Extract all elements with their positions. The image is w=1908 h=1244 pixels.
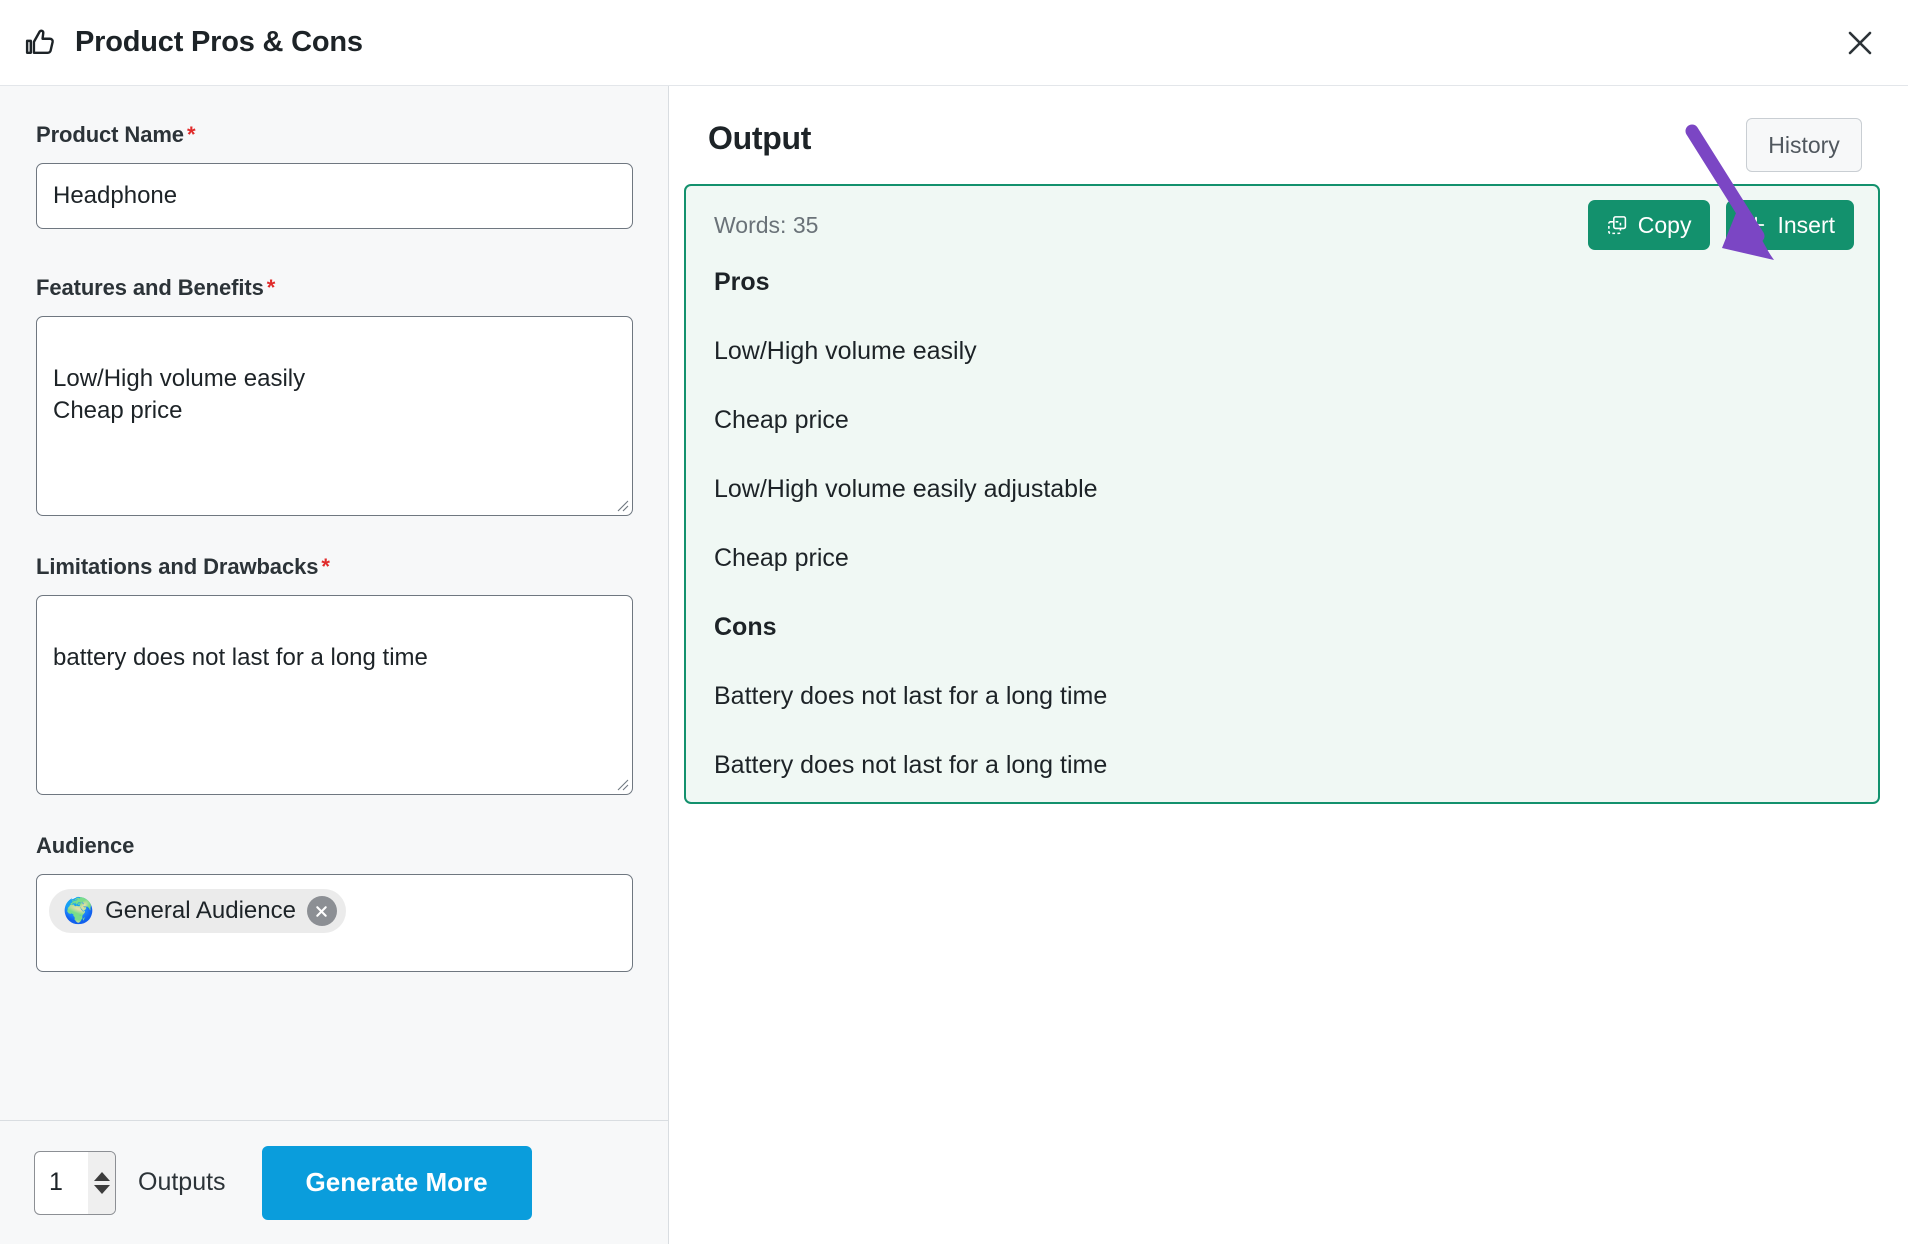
copy-icon: [1607, 215, 1626, 234]
pros-item: Cheap price: [714, 406, 849, 434]
audience-tag-input[interactable]: 🌍 General Audience: [36, 874, 633, 972]
audience-label: Audience: [36, 833, 135, 858]
form-panel: Product Name* Features and Benefits* Low…: [0, 86, 669, 1244]
product-name-input[interactable]: [36, 163, 633, 229]
product-name-label: Product Name *: [36, 122, 632, 148]
outputs-count-value: 1: [49, 1168, 63, 1196]
form-footer-bar: 1 Outputs Generate More: [0, 1120, 669, 1244]
output-action-buttons: Copy Insert: [1587, 200, 1854, 250]
required-asterisk: *: [321, 554, 330, 579]
pros-item: Cheap price: [714, 544, 849, 572]
resize-handle-icon[interactable]: [613, 496, 629, 512]
output-title: Output: [708, 119, 812, 156]
field-features: Features and Benefits * Low/High volume e…: [0, 275, 668, 516]
field-limitations: Limitations and Drawbacks * battery does …: [0, 554, 668, 795]
cons-item: Battery does not last for a long time: [714, 682, 1108, 710]
stepper-arrows[interactable]: [88, 1151, 115, 1214]
pros-item: Low/High volume easily adjustable: [714, 475, 1098, 503]
cons-item: Battery does not last for a long time: [714, 751, 1108, 779]
features-textarea[interactable]: Low/High volume easily Cheap price: [36, 316, 633, 516]
audience-chip-label: General Audience: [105, 897, 296, 924]
output-panel: Output History Words: 35 Copy Insert Pro…: [670, 86, 1908, 1244]
limitations-textarea[interactable]: battery does not last for a long time: [36, 595, 633, 795]
features-label: Features and Benefits *: [36, 275, 632, 301]
field-audience: Audience 🌍 General Audience: [0, 833, 668, 972]
close-icon[interactable]: [1834, 17, 1886, 69]
header-left-group: Product Pros & Cons: [0, 26, 363, 60]
output-text-body: Pros Low/High volume easily Cheap price …: [686, 268, 1878, 780]
pros-item: Low/High volume easily: [714, 337, 977, 365]
page-title: Product Pros & Cons: [75, 26, 363, 58]
outputs-count-stepper[interactable]: 1: [34, 1150, 116, 1215]
limitations-label-text: Limitations and Drawbacks: [36, 554, 319, 579]
resize-handle-icon[interactable]: [613, 775, 629, 791]
features-value: Low/High volume easily Cheap price: [53, 364, 306, 424]
audience-chip[interactable]: 🌍 General Audience: [49, 889, 346, 933]
copy-button-label: Copy: [1637, 211, 1692, 238]
cons-heading: Cons: [714, 613, 777, 641]
chip-x-glyph: [316, 905, 328, 917]
required-asterisk: *: [266, 275, 276, 300]
output-result-card: Words: 35 Copy Insert Pros Low/High volu…: [684, 184, 1880, 804]
limitations-label: Limitations and Drawbacks *: [36, 554, 632, 580]
modal-header: Product Pros & Cons: [0, 0, 1908, 86]
copy-button[interactable]: Copy: [1587, 200, 1711, 250]
chevron-down-icon[interactable]: [93, 1184, 110, 1194]
output-card-toolbar: Words: 35 Copy Insert: [686, 186, 1878, 264]
pros-heading: Pros: [714, 268, 770, 296]
history-button[interactable]: History: [1746, 118, 1862, 172]
insert-button-label: Insert: [1777, 211, 1835, 238]
chevron-up-icon[interactable]: [93, 1171, 110, 1181]
close-x-glyph: [1848, 31, 1872, 54]
form-scroll-area: Product Name* Features and Benefits* Low…: [0, 86, 668, 1244]
generate-more-button[interactable]: Generate More: [261, 1145, 532, 1220]
required-asterisk: *: [186, 122, 196, 147]
close-circle-icon[interactable]: [306, 896, 337, 926]
field-product-name: Product Name *: [0, 122, 668, 229]
pros-cons-modal: Product Pros & Cons Product Name* Featur…: [0, 0, 1908, 1244]
insert-button[interactable]: Insert: [1726, 200, 1854, 250]
product-name-label-text: Product Name: [36, 122, 184, 147]
limitations-value: battery does not last for a long time: [53, 643, 428, 671]
globe-icon: 🌍: [63, 896, 95, 925]
plus-icon: [1748, 216, 1765, 234]
features-label-text: Features and Benefits: [36, 275, 264, 300]
thumbs-up-icon: [25, 29, 54, 54]
output-header: Output History: [670, 86, 1908, 190]
word-count: Words: 35: [714, 211, 819, 238]
outputs-label: Outputs: [138, 1168, 226, 1196]
